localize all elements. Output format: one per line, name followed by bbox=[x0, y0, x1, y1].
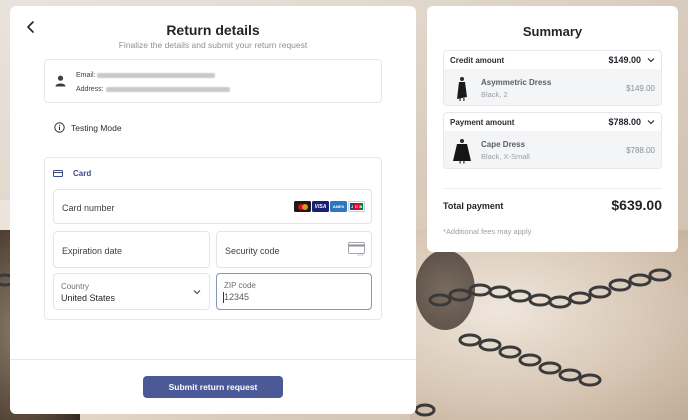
payment-item: Cape Dress Black, X-Small $788.00 bbox=[444, 131, 661, 168]
card-payment-form: Card Card number VISA AMEX JCB Expiratio… bbox=[44, 157, 382, 320]
visa-icon: VISA bbox=[312, 201, 329, 212]
card-heading: Card bbox=[73, 169, 92, 178]
person-icon bbox=[55, 75, 66, 87]
credit-section: Credit amount $149.00 Asymmetric Dress B… bbox=[443, 50, 662, 106]
card-number-placeholder: Card number bbox=[62, 203, 115, 213]
amex-icon: AMEX bbox=[330, 201, 347, 212]
country-label: Country bbox=[61, 282, 90, 291]
jcb-icon: JCB bbox=[348, 201, 365, 212]
security-code-placeholder: Security code bbox=[225, 246, 280, 256]
payment-label: Payment amount bbox=[450, 118, 515, 127]
contact-info-box: Email: Address: bbox=[44, 59, 382, 103]
summary-divider bbox=[443, 188, 662, 189]
item-name: Cape Dress bbox=[481, 140, 526, 149]
card-brands: VISA AMEX JCB bbox=[294, 201, 365, 212]
country-value: United States bbox=[61, 293, 116, 303]
credit-item: Asymmetric Dress Black, 2 $149.00 bbox=[444, 69, 661, 105]
card-number-field[interactable]: Card number VISA AMEX JCB bbox=[53, 189, 372, 224]
zip-label: ZIP code bbox=[224, 281, 256, 290]
fees-note: *Additional fees may apply bbox=[443, 227, 532, 236]
email-redacted bbox=[97, 72, 216, 78]
item-price: $788.00 bbox=[626, 146, 655, 155]
testing-mode-notice: Testing Mode bbox=[54, 122, 122, 133]
credit-card-icon bbox=[53, 170, 63, 177]
zip-code-field[interactable]: ZIP code 12345 bbox=[216, 273, 372, 310]
address-redacted bbox=[105, 86, 230, 92]
expiration-date-field[interactable]: Expiration date bbox=[53, 231, 210, 268]
summary-title: Summary bbox=[522, 24, 583, 39]
page-subtitle: Finalize the details and submit your ret… bbox=[118, 40, 308, 50]
return-details-panel: Return details Finalize the details and … bbox=[10, 6, 416, 414]
product-thumbnail bbox=[451, 137, 473, 164]
chevron-down-icon bbox=[193, 290, 201, 295]
svg-text:123: 123 bbox=[357, 252, 364, 257]
item-name: Asymmetric Dress bbox=[481, 78, 552, 87]
payment-amount: $788.00 bbox=[608, 117, 641, 127]
email-label: Email: bbox=[76, 72, 96, 79]
cvc-card-icon: 123 bbox=[348, 242, 365, 256]
mastercard-icon bbox=[294, 201, 311, 212]
info-icon bbox=[54, 122, 65, 133]
total-payment-label: Total payment bbox=[443, 201, 504, 211]
card-tab[interactable]: Card bbox=[53, 169, 91, 178]
testing-mode-label: Testing Mode bbox=[71, 122, 122, 133]
submit-return-button[interactable]: Submit return request bbox=[143, 376, 283, 398]
credit-label: Credit amount bbox=[450, 56, 505, 65]
item-variant: Black, X-Small bbox=[481, 152, 530, 161]
zip-value: 12345 bbox=[222, 292, 250, 303]
payment-header[interactable]: Payment amount $788.00 bbox=[444, 113, 661, 131]
item-price: $149.00 bbox=[626, 84, 655, 93]
address-line: Address: bbox=[76, 86, 230, 93]
product-thumbnail bbox=[451, 75, 473, 102]
chevron-down-icon bbox=[647, 120, 655, 125]
item-variant: Black, 2 bbox=[481, 90, 508, 99]
credit-amount: $149.00 bbox=[608, 55, 641, 65]
page-title: Return details bbox=[166, 22, 260, 38]
security-code-field[interactable]: Security code 123 bbox=[216, 231, 372, 268]
country-select[interactable]: Country United States bbox=[53, 273, 210, 310]
expiration-placeholder: Expiration date bbox=[62, 246, 123, 256]
payment-section: Payment amount $788.00 Cape Dress Black,… bbox=[443, 112, 662, 169]
address-label: Address: bbox=[76, 86, 104, 93]
email-line: Email: bbox=[76, 72, 216, 79]
chevron-down-icon bbox=[647, 58, 655, 63]
credit-header[interactable]: Credit amount $149.00 bbox=[444, 51, 661, 69]
footer-divider bbox=[10, 359, 416, 360]
summary-panel: Summary Credit amount $149.00 Asymmetric… bbox=[427, 6, 678, 252]
total-payment-amount: $639.00 bbox=[611, 197, 662, 213]
